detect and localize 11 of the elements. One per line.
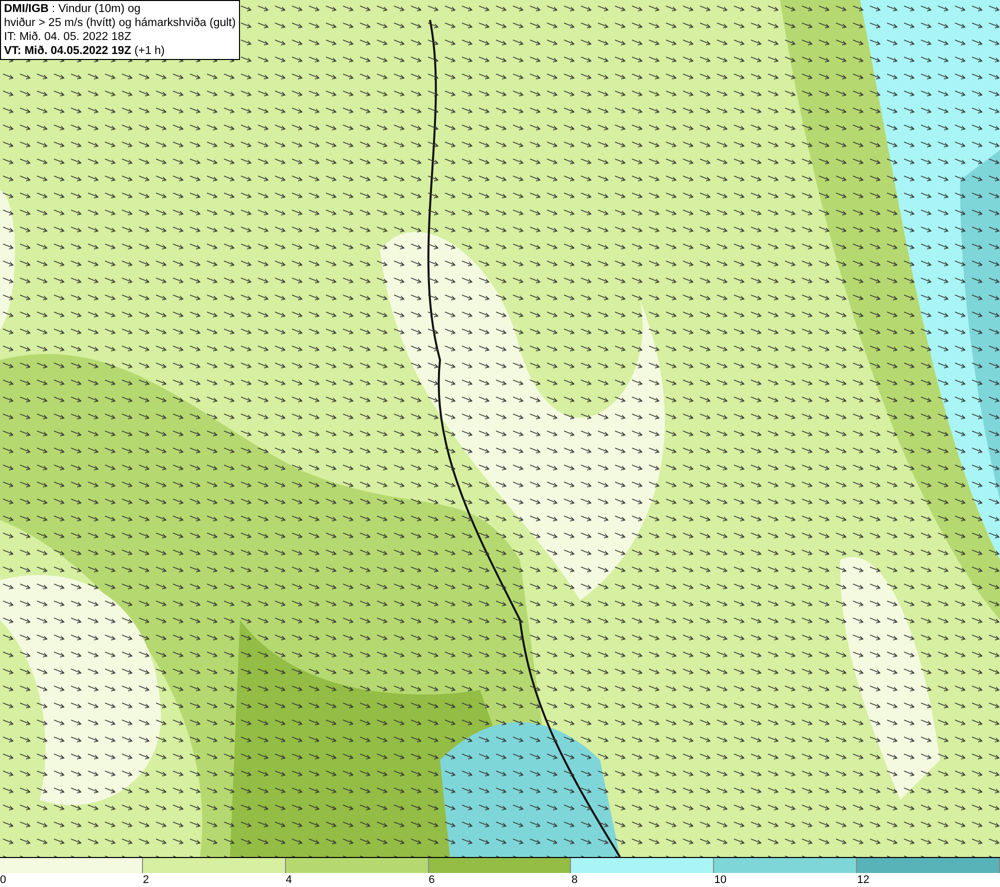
legend-label: 2 [142, 873, 149, 887]
legend-label: 0 [0, 873, 6, 887]
info-text: hviður > 25 m/s (hvítt) og hámarkshviða (gult) [4, 16, 236, 30]
legend-label: 6 [428, 873, 435, 887]
info-text: VT: Mið. 04.05.2022 19Z (+1 h) [4, 44, 166, 58]
info-text: DMI/IGB : Vindur (10m) og [4, 2, 142, 16]
legend-label: 4 [286, 873, 292, 887]
legend-label: 8 [571, 873, 578, 887]
info-text: IT: Mið. 04. 05. 2022 18Z [4, 30, 132, 44]
legend-label: 10 [714, 873, 727, 887]
legend-label: 12 [857, 873, 870, 887]
